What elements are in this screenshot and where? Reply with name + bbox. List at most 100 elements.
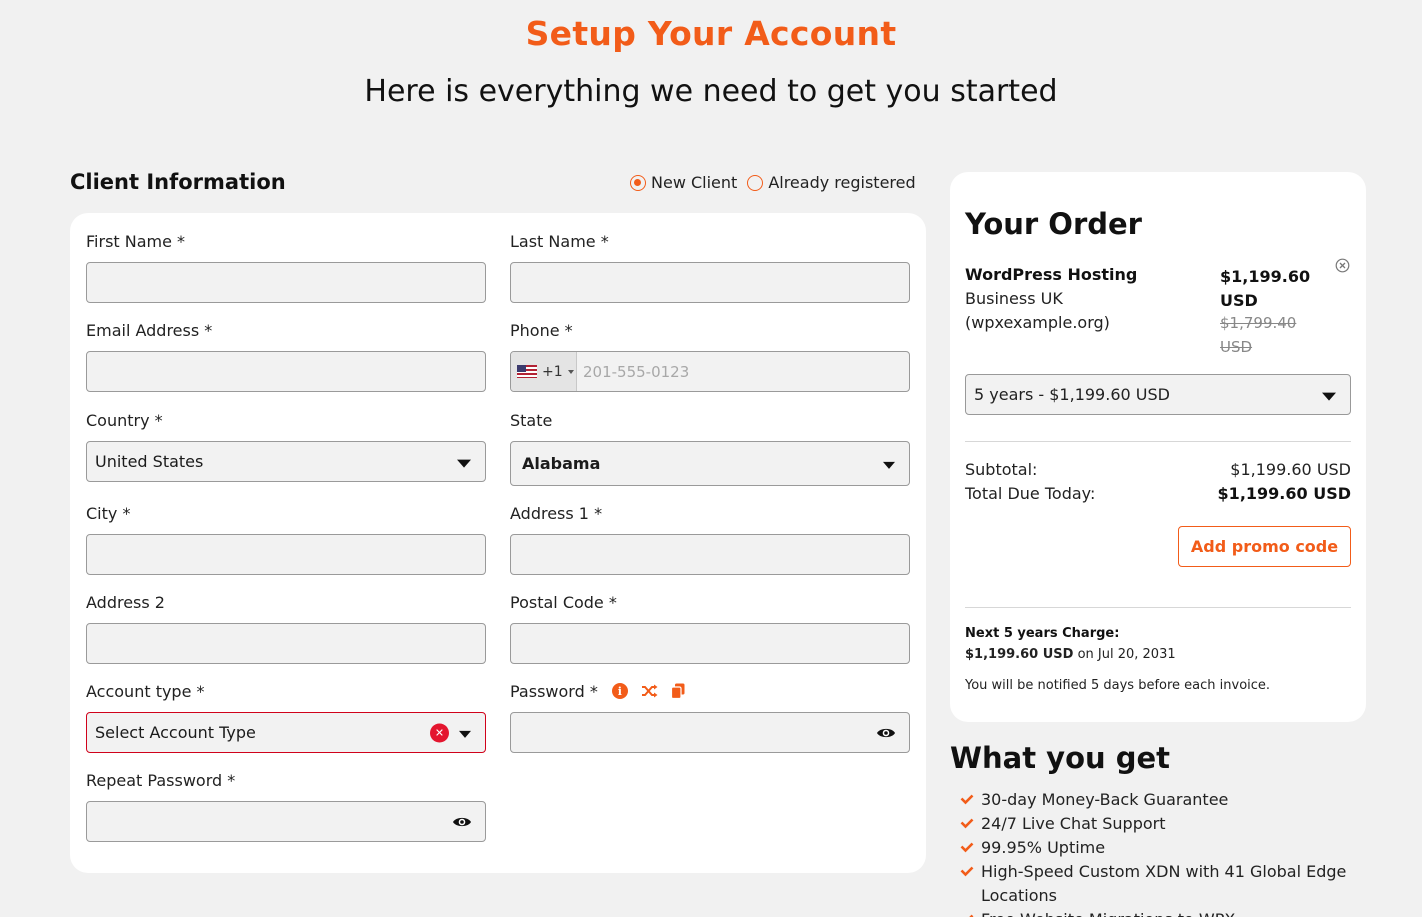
state-value: Alabama [522, 454, 601, 473]
phone-label: Phone * [510, 320, 573, 340]
phone-country-code: +1 [542, 363, 563, 380]
order-title: Your Order [965, 207, 1142, 241]
address1-field: Address 1 * [510, 502, 910, 575]
next-charge-amount: $1,199.60 USD [965, 647, 1074, 662]
feature-text: 99.95% Uptime [981, 838, 1106, 857]
address1-input[interactable] [510, 534, 910, 575]
add-promo-code-button[interactable]: Add promo code [1178, 526, 1351, 567]
repeat-password-input[interactable] [86, 801, 486, 842]
dropdown-caret-icon [883, 461, 895, 469]
phone-input[interactable] [577, 362, 877, 381]
feature-text: 30-day Money-Back Guarantee [981, 790, 1229, 809]
phone-country-selector[interactable]: +1 [511, 352, 577, 391]
total-row: Total Due Today: $1,199.60 USD [965, 484, 1351, 503]
product-domain: (wpxexample.org) [965, 313, 1110, 332]
first-name-field: First Name * [86, 230, 486, 303]
divider [965, 441, 1351, 442]
postal-code-field: Postal Code * [510, 591, 910, 664]
city-label: City * [86, 503, 131, 523]
what-you-get-heading: What you get [950, 741, 1171, 775]
chevron-down-icon [567, 369, 574, 374]
page-subtitle: Here is everything we need to get you st… [364, 74, 1058, 109]
email-input[interactable] [86, 351, 486, 392]
info-icon[interactable]: i [611, 683, 628, 699]
next-charge-value: $1,199.60 USD on Jul 20, 2031 [965, 647, 1176, 662]
copy-icon[interactable] [670, 683, 685, 699]
subtotal-label: Subtotal: [965, 460, 1038, 479]
us-flag-icon [517, 365, 537, 378]
product-plan: Business UK [965, 289, 1063, 308]
what-you-get-list: 30-day Money-Back Guarantee 24/7 Live Ch… [960, 788, 1370, 917]
state-select[interactable]: Alabama [510, 441, 910, 486]
password-input[interactable] [510, 712, 910, 753]
feature-text: High-Speed Custom XDN with 41 Global Edg… [981, 862, 1347, 905]
product-original-price: $1,799.40 USD [1220, 314, 1297, 356]
email-field: Email Address * [86, 319, 486, 392]
list-item: High-Speed Custom XDN with 41 Global Edg… [960, 860, 1370, 908]
invoice-notice: You will be notified 5 days before each … [965, 678, 1271, 693]
last-name-label: Last Name * [510, 231, 609, 251]
radio-checked-icon[interactable] [630, 174, 646, 191]
country-select[interactable]: United States [86, 441, 486, 482]
dropdown-caret-icon [457, 459, 471, 468]
product-name: WordPress Hosting [965, 265, 1138, 284]
dropdown-caret-icon [1322, 392, 1336, 401]
list-item: 99.95% Uptime [960, 836, 1370, 860]
address2-input[interactable] [86, 623, 486, 664]
check-icon [960, 794, 974, 805]
client-information-heading: Client Information [70, 170, 286, 194]
last-name-input[interactable] [510, 262, 910, 303]
order-summary-card: Your Order WordPress Hosting Business UK… [950, 172, 1366, 722]
address2-label: Address 2 [86, 592, 165, 612]
divider [965, 607, 1351, 608]
last-name-field: Last Name * [510, 230, 910, 303]
account-type-field: Account type * Select Account Type ✕ [86, 680, 486, 753]
account-type-select[interactable]: Select Account Type ✕ [86, 712, 486, 753]
product-price: $1,199.60 USD [1220, 267, 1311, 310]
first-name-input[interactable] [86, 262, 486, 303]
postal-code-input[interactable] [510, 623, 910, 664]
phone-field: Phone * +1 [510, 319, 910, 392]
list-item: 24/7 Live Chat Support [960, 812, 1370, 836]
first-name-label: First Name * [86, 231, 186, 251]
client-form-card: First Name * Last Name * Email Address *… [70, 213, 926, 873]
list-item: 30-day Money-Back Guarantee [960, 788, 1370, 812]
list-item: Free Website Migrations to WPX [960, 908, 1370, 917]
account-type-value: Select Account Type [95, 723, 256, 742]
page-title: Setup Your Account [525, 14, 897, 53]
new-client-label: New Client [651, 173, 738, 192]
next-charge-date: on Jul 20, 2031 [1077, 647, 1176, 662]
city-input[interactable] [86, 534, 486, 575]
client-type-toggle: New Client Already registered [630, 173, 926, 192]
feature-text: Free Website Migrations to WPX [981, 908, 1235, 917]
check-icon [960, 842, 974, 853]
clear-icon[interactable]: ✕ [430, 723, 449, 742]
country-value: United States [95, 452, 204, 471]
already-registered-label: Already registered [768, 173, 916, 192]
dropdown-caret-icon [459, 730, 471, 738]
account-type-label: Account type * [86, 681, 205, 701]
new-client-radio[interactable]: New Client [630, 173, 737, 192]
password-label: Password * [510, 681, 598, 701]
next-charge-label: Next 5 years Charge: [965, 626, 1120, 641]
total-value: $1,199.60 USD [1217, 484, 1351, 503]
already-registered-radio[interactable]: Already registered [747, 173, 916, 192]
radio-unchecked-icon[interactable] [747, 174, 764, 191]
email-label: Email Address * [86, 320, 213, 340]
eye-icon[interactable] [452, 815, 472, 829]
repeat-password-label: Repeat Password * [86, 770, 236, 790]
state-label: State [510, 410, 553, 430]
shuffle-icon[interactable] [641, 684, 658, 698]
billing-term-value: 5 years - $1,199.60 USD [974, 385, 1170, 404]
total-label: Total Due Today: [965, 484, 1096, 503]
remove-item-icon[interactable] [1335, 258, 1350, 273]
billing-term-select[interactable]: 5 years - $1,199.60 USD [965, 374, 1351, 415]
repeat-password-field: Repeat Password * [86, 769, 486, 842]
feature-text: 24/7 Live Chat Support [981, 814, 1166, 833]
subtotal-row: Subtotal: $1,199.60 USD [965, 460, 1351, 479]
city-field: City * [86, 502, 486, 575]
eye-icon[interactable] [876, 726, 896, 740]
password-label-row: Password * i [510, 680, 910, 702]
state-field: State Alabama [510, 409, 910, 486]
postal-code-label: Postal Code * [510, 592, 617, 612]
